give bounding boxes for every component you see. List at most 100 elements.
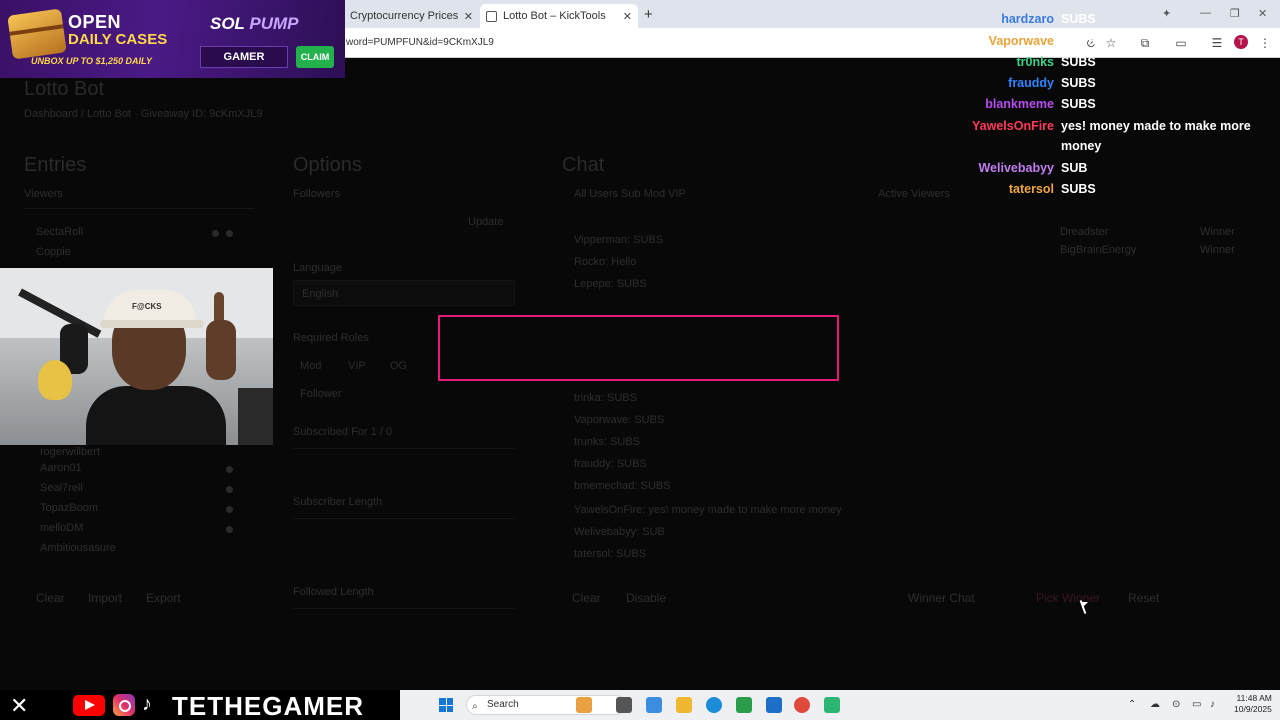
tab-lotto-bot[interactable]: Lotto Bot – KickTools ✕	[480, 4, 638, 28]
overlay-chat: hardzaro SUBS Vaporwave SUBS tr0nks SUBS fraud…	[960, 0, 1280, 200]
display-icon[interactable]: ▭	[1192, 699, 1201, 710]
chat-message: SUB	[1061, 161, 1088, 175]
slider-track[interactable]	[293, 448, 515, 449]
x-logo-icon: ✕	[10, 693, 29, 718]
chat-clear-button[interactable]: Clear	[572, 591, 601, 605]
copilot-app-icon[interactable]	[646, 697, 662, 713]
task-view-icon[interactable]	[616, 697, 632, 713]
cloud-icon[interactable]: ☁	[1150, 699, 1160, 710]
entry-remove-icon[interactable]	[226, 230, 233, 237]
taskbar-search[interactable]: ⌕ Search	[466, 695, 626, 715]
winner-name: BigBrainEnergy	[1060, 244, 1137, 256]
chat-message: SUBS	[1061, 76, 1096, 90]
chat-line: tatersol: SUBS	[574, 548, 647, 560]
subscribed-for-label: Subscribed For 1 / 0	[293, 426, 393, 438]
cap-text: F@CKS	[132, 302, 162, 311]
promo-brand: SOL PUMP	[210, 14, 299, 34]
language-select[interactable]: English	[293, 280, 515, 306]
page-icon	[486, 10, 497, 22]
chat-message: SUBS	[1061, 182, 1096, 196]
volume-icon[interactable]: ♪	[1210, 699, 1215, 710]
tray-chevron-icon[interactable]: ⌃	[1128, 699, 1136, 710]
options-heading: Options	[293, 154, 362, 176]
entries-clear-button[interactable]: Clear	[36, 591, 65, 605]
entries-import-button[interactable]: Import	[88, 591, 122, 605]
entry-remove-icon[interactable]	[226, 486, 233, 493]
entry-name: TopazBoom	[40, 502, 99, 514]
store-icon[interactable]	[766, 697, 782, 713]
winner-modal[interactable]	[438, 315, 839, 381]
close-tab-icon[interactable]: ✕	[623, 10, 632, 23]
chat-username: Welivebabyy	[978, 161, 1054, 175]
cap-brim	[100, 320, 204, 328]
update-button[interactable]: Update	[468, 216, 503, 228]
chat-message: SUBS	[1061, 12, 1096, 26]
new-tab-button[interactable]: +	[644, 6, 653, 23]
slider-track[interactable]	[293, 608, 515, 609]
reset-button[interactable]: Reset	[1128, 591, 1159, 605]
entry-remove-icon[interactable]	[226, 466, 233, 473]
followed-length-label: Followed Length	[293, 586, 374, 598]
entries-sub: Viewers	[24, 188, 63, 200]
chat-disable-button[interactable]: Disable	[626, 591, 666, 605]
app-icon[interactable]	[824, 697, 840, 713]
chat-username: tr0nks	[1016, 55, 1054, 69]
chat-line: trunks: SUBS	[574, 436, 641, 448]
taskbar: ⌕ Search ⌃ ☁ ⊙ ▭ ♪ 11:48 AM 10/9/2025	[400, 690, 1280, 720]
webcam-feed: F@CKS	[0, 268, 273, 445]
url-field[interactable]: word=PUMPFUN&id=9CKmXJL9	[346, 37, 494, 48]
chat-message: SUBS	[1061, 97, 1096, 111]
tab-crypto[interactable]: Cryptocurrency Prices, Charts A ✕	[344, 4, 479, 28]
promo-open: OPEN	[68, 12, 122, 32]
language-value: English	[302, 288, 339, 300]
entries-export-button[interactable]: Export	[146, 591, 181, 605]
clock[interactable]: 11:48 AM 10/9/2025	[1234, 693, 1272, 715]
edge-icon[interactable]	[706, 697, 722, 713]
chrome-icon[interactable]	[794, 697, 810, 713]
promo-cases: DAILY CASES	[68, 31, 168, 48]
chat-message: yes! money made to make more money	[1061, 119, 1251, 153]
widgets-icon[interactable]	[576, 697, 592, 713]
promo-claim: CLAIM	[296, 46, 334, 68]
chat-heading: Chat	[562, 154, 605, 176]
promo-banner: OPEN DAILY CASES UNBOX UP TO $1,250 DAIL…	[0, 0, 345, 78]
winner-status: Winner	[1200, 226, 1235, 238]
chat-username: Vaporwave	[988, 34, 1054, 48]
streamer-body	[86, 386, 226, 445]
mic-tray-icon[interactable]: ⊙	[1172, 699, 1180, 710]
sub-length-label: Subscriber Length	[293, 496, 383, 508]
close-tab-icon[interactable]: ✕	[464, 10, 473, 23]
chat-message: SUBS	[1061, 34, 1096, 48]
promo-code: GAMER	[200, 46, 288, 68]
mouse-cursor	[1082, 602, 1094, 608]
chat-line: Rocko: Hello	[574, 256, 637, 268]
chat-filters[interactable]: All Users Sub Mod VIP	[574, 188, 686, 200]
entry-name: Aaron01	[40, 462, 82, 474]
file-explorer-icon[interactable]	[676, 697, 692, 713]
xbox-icon[interactable]	[736, 697, 752, 713]
clock-time: 11:48 AM	[1236, 693, 1272, 703]
entry-remove-icon[interactable]	[212, 230, 219, 237]
chat-username: blankmeme	[985, 97, 1054, 111]
role-chip-mod[interactable]: Mod	[300, 360, 321, 372]
winner-chat-button[interactable]: Winner Chat	[908, 591, 975, 605]
entry-name: SectaRoll	[36, 226, 84, 238]
entry-remove-icon[interactable]	[226, 506, 233, 513]
search-icon: ⌕	[472, 701, 478, 712]
entry-remove-icon[interactable]	[226, 526, 233, 533]
role-chip-vip[interactable]: VIP	[348, 360, 366, 372]
breadcrumb: Dashboard / Lotto Bot · Giveaway ID: 9cK…	[24, 108, 263, 120]
chair	[238, 388, 273, 445]
active-viewers-select[interactable]: Active Viewers	[878, 188, 950, 200]
chat-username: tatersol	[1008, 182, 1054, 196]
slider-track[interactable]	[293, 518, 515, 519]
chat-username: frauddy	[1008, 76, 1054, 90]
chat-line: Vipperman: SUBS	[574, 234, 664, 246]
screen: { "browser": { "tabs": [ {"title": "Cryp…	[0, 0, 1280, 720]
windows-start-icon[interactable]	[439, 698, 453, 712]
chat-line: Lepepe: SUBS	[574, 278, 647, 290]
role-chip-follower[interactable]: Follower	[300, 388, 342, 400]
brand-part: SOL	[210, 14, 245, 33]
role-chip-og[interactable]: OG	[390, 360, 407, 372]
chat-line: bmemechad: SUBS	[574, 480, 671, 492]
